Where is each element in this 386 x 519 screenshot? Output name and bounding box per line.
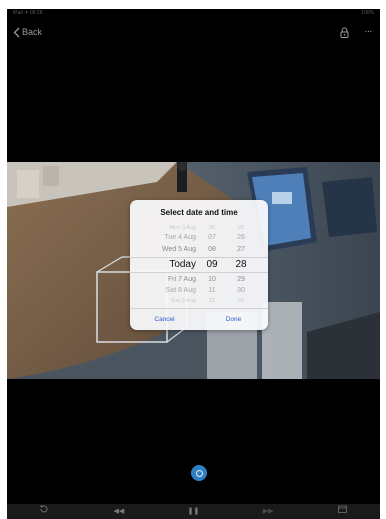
cancel-button[interactable]: Cancel	[130, 309, 199, 330]
picker-row[interactable]: Tue 4 Aug 07 26	[130, 232, 268, 244]
picker-minute: 26	[237, 234, 245, 241]
done-button[interactable]: Done	[199, 309, 268, 330]
date-time-picker-dialog: Select date and time Mon 3 Aug 06 25 Tue…	[130, 200, 268, 330]
navigation-bar: Back ···	[7, 18, 380, 46]
picker-row-selected[interactable]: Today 09 28	[130, 258, 268, 272]
picker-hour: 12	[208, 298, 216, 304]
date-time-wheel[interactable]: Mon 3 Aug 06 25 Tue 4 Aug 07 26 Wed 5 Au…	[130, 222, 268, 306]
status-left: iPad ✈ 09:28	[13, 10, 43, 16]
fast-forward-button[interactable]: ▶▶	[258, 504, 278, 519]
camera-capture-button[interactable]	[191, 465, 207, 481]
back-button[interactable]: Back	[13, 27, 42, 38]
camera-icon	[195, 469, 203, 477]
rewind-button[interactable]: ◀◀	[109, 504, 129, 519]
picker-row[interactable]: Sun 9 Aug 12 31	[130, 295, 268, 307]
rotate-icon[interactable]	[34, 504, 54, 519]
nav-actions: ···	[338, 26, 374, 38]
more-icon[interactable]: ···	[362, 26, 374, 38]
picker-actions: Cancel Done	[130, 308, 268, 330]
chevron-left-icon	[13, 27, 20, 37]
picker-day: Wed 5 Aug	[161, 246, 196, 253]
picker-hour: 07	[208, 234, 216, 241]
picker-minute: 31	[237, 298, 245, 304]
playback-toolbar: ◀◀ ❚❚ ▶▶	[7, 504, 380, 519]
device-screen: iPad ✈ 09:28 100% Back ··· Select date a…	[7, 9, 380, 519]
picker-hour: 09	[206, 259, 218, 270]
status-right: 100%	[361, 10, 374, 16]
picker-minute: 27	[237, 246, 245, 253]
picker-hour: 08	[208, 246, 216, 253]
selection-bottom-line	[130, 272, 268, 273]
picker-day: Sun 9 Aug	[170, 298, 196, 304]
picker-title: Select date and time	[160, 208, 238, 217]
picker-day: Tue 4 Aug	[164, 234, 196, 241]
pause-button[interactable]: ❚❚	[183, 504, 203, 519]
status-bar: iPad ✈ 09:28 100%	[7, 9, 380, 18]
back-label: Back	[22, 27, 43, 37]
picker-day: Today	[169, 259, 196, 270]
picker-minute: 28	[235, 259, 247, 270]
calendar-icon[interactable]	[333, 504, 353, 519]
picker-row[interactable]: Wed 5 Aug 08 27	[130, 244, 268, 256]
lock-icon[interactable]	[338, 26, 350, 38]
